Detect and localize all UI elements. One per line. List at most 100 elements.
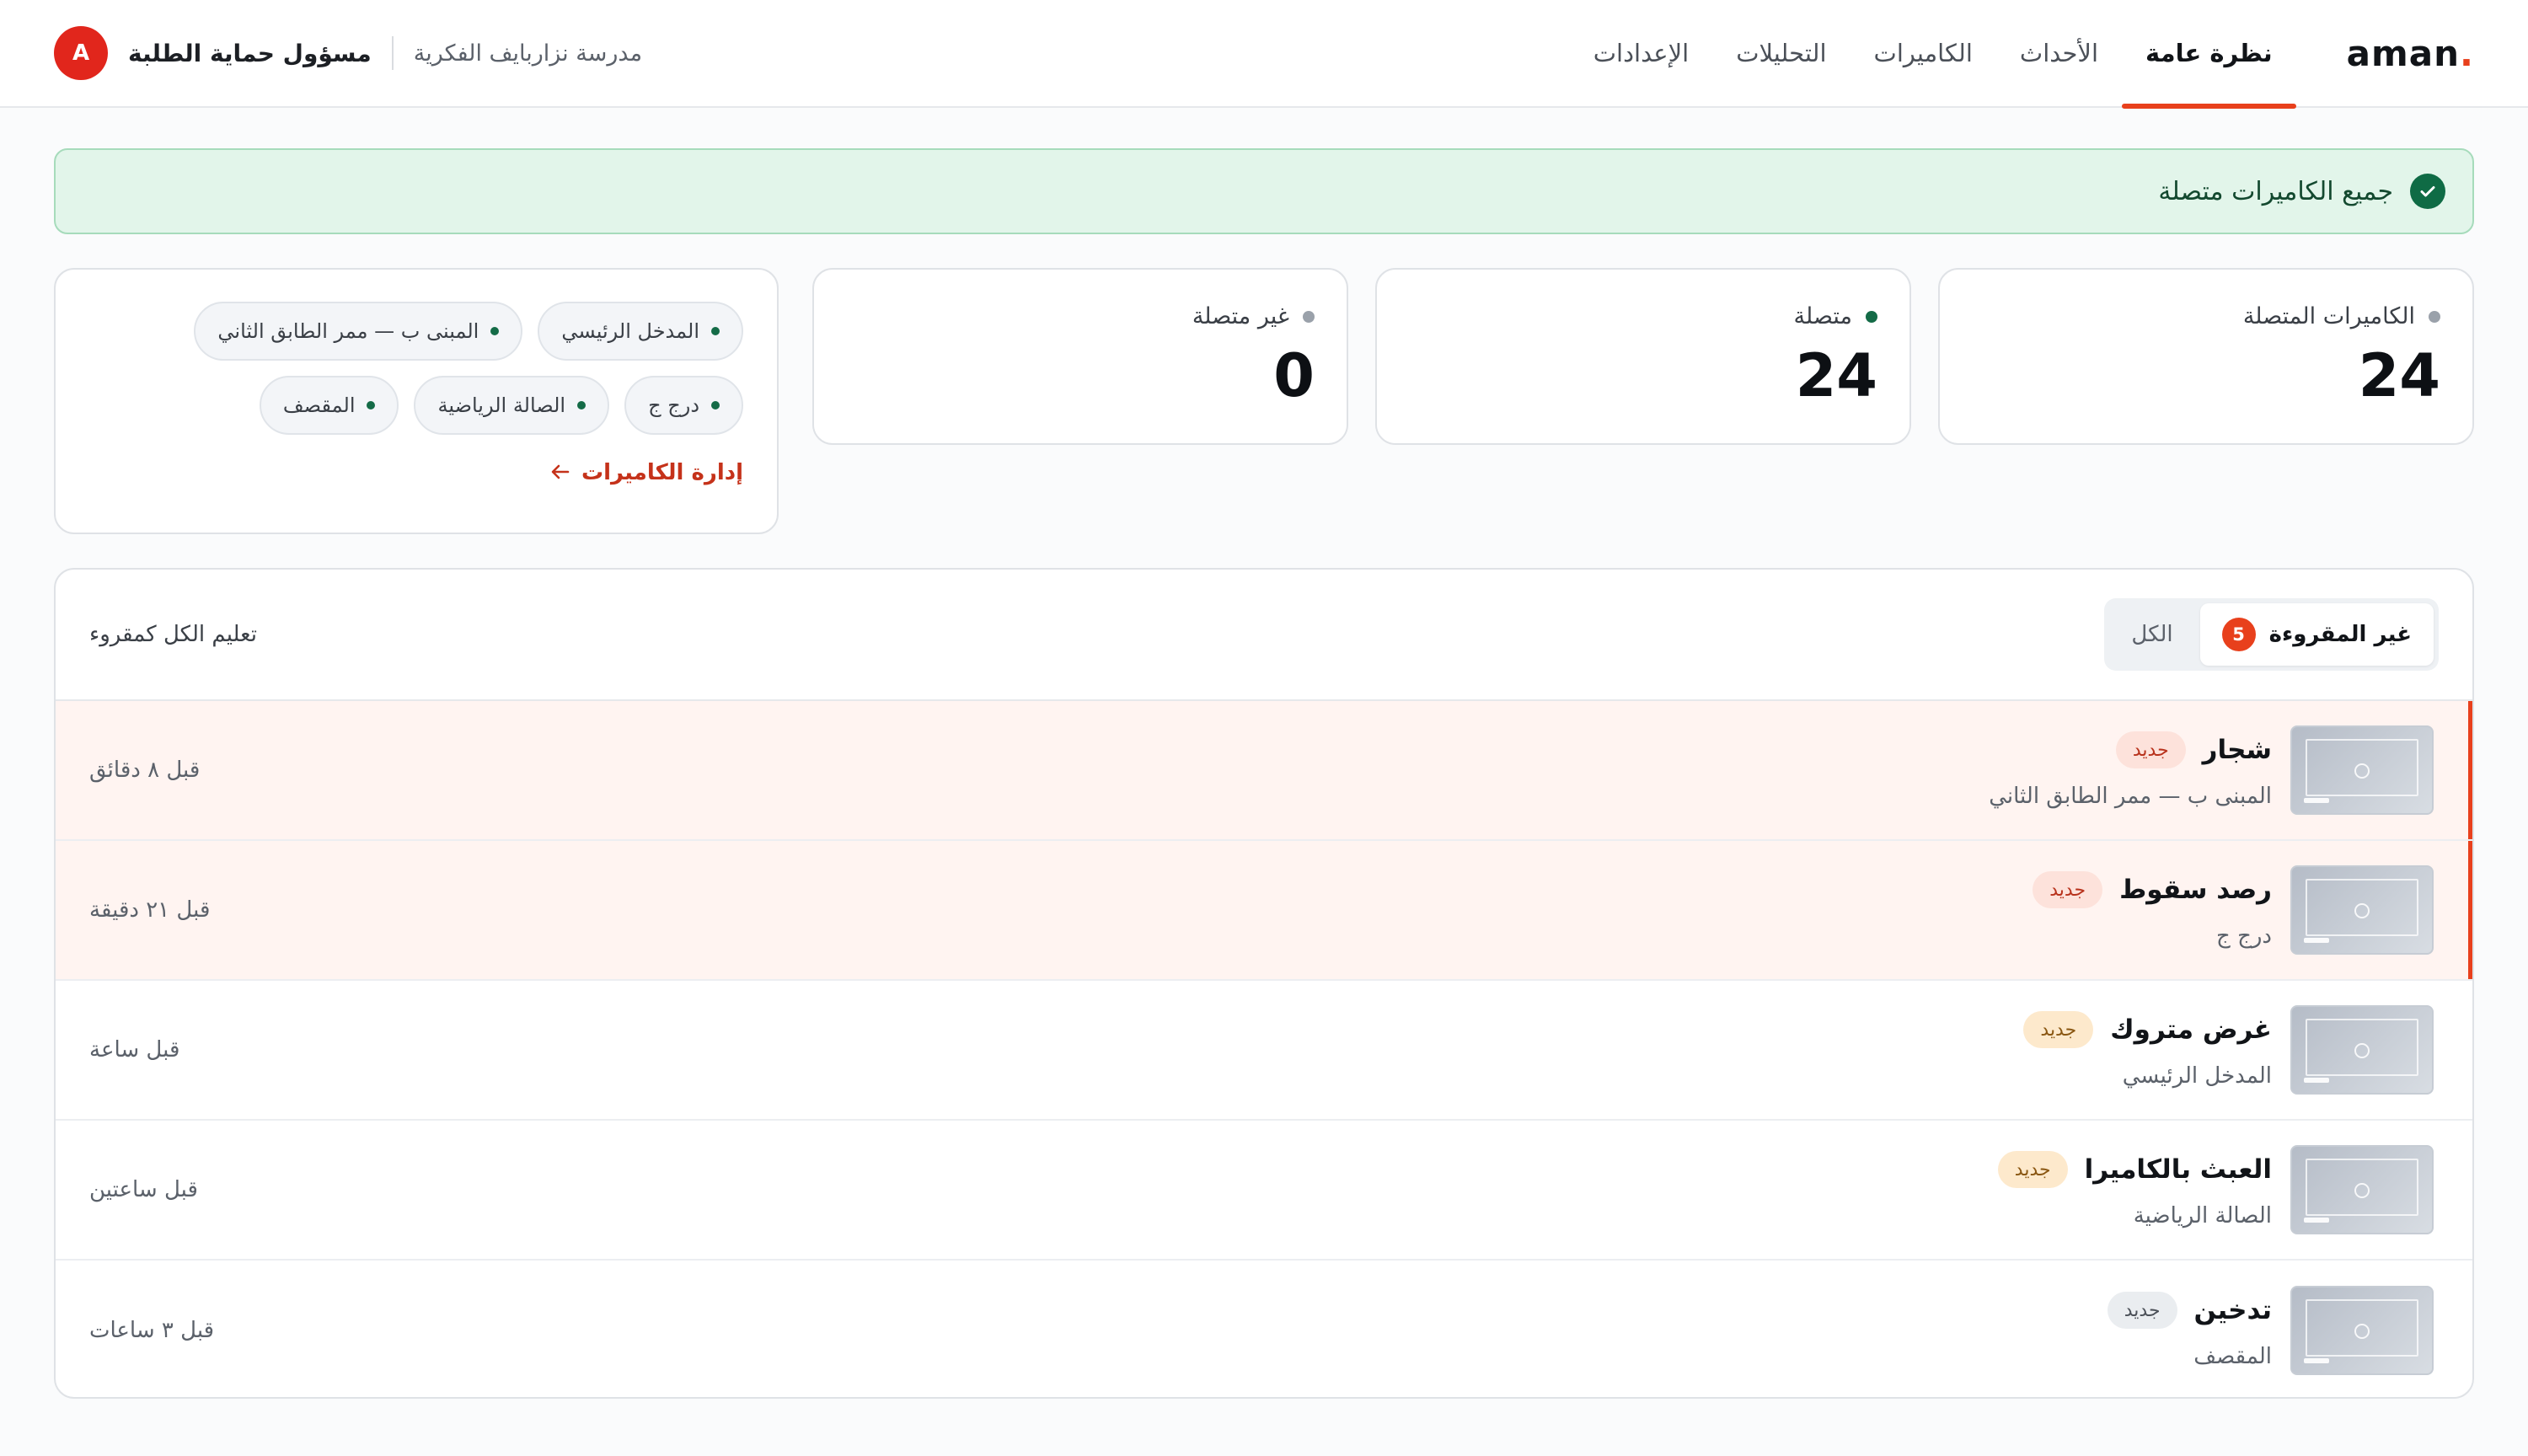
unread-count-badge: 5 [2221, 618, 2256, 651]
nav-overview[interactable]: نظرة عامة [2122, 0, 2296, 109]
chip-dot [577, 401, 586, 410]
manage-cameras-label: إدارة الكاميرات [581, 460, 743, 485]
chip-dot [711, 327, 720, 335]
event-info: العبث بالكاميرا جديد الصالة الرياضية [1997, 1151, 2272, 1228]
camera-lens-icon [2354, 763, 2370, 779]
event-time: قبل ساعة [89, 1037, 180, 1063]
chip-label: درج ج [648, 393, 699, 417]
event-time: قبل ساعتين [89, 1177, 198, 1202]
event-location: درج ج [2216, 923, 2272, 949]
event-row[interactable]: شجار جديد المبنى ب — ممر الطابق الثاني ق… [56, 701, 2472, 841]
event-row[interactable]: رصد سقوط جديد درج ج قبل ٢١ دقيقة [56, 841, 2472, 981]
camera-lens-icon [2354, 1042, 2370, 1058]
brand-name: aman [2346, 32, 2461, 74]
camera-thumbnail [2290, 1286, 2434, 1375]
event-location: الصالة الرياضية [2133, 1203, 2272, 1228]
stat-label: متصلة [1409, 303, 1877, 329]
top-bar: aman. نظرة عامة الأحداث الكاميرات التحلي… [0, 0, 2528, 109]
thumb-bar [2304, 798, 2329, 803]
location-chip[interactable]: المبنى ب — ممر الطابق الثاني [194, 302, 523, 361]
event-title: غرض متروك [2110, 1014, 2272, 1045]
event-time: قبل ٢١ دقيقة [89, 897, 211, 923]
event-title: العبث بالكاميرا [2084, 1154, 2272, 1185]
camera-lens-icon [2354, 1182, 2370, 1198]
stat-card-online: متصلة 24 [1375, 268, 1911, 445]
stat-card-offline: غير متصلة 0 [812, 268, 1348, 445]
event-title-line: العبث بالكاميرا جديد [1997, 1151, 2272, 1188]
chip-dot [367, 401, 376, 410]
nav-analytics[interactable]: التحليلات [1712, 0, 1850, 107]
nav-cameras[interactable]: الكاميرات [1850, 0, 1996, 107]
stat-value: 24 [1795, 341, 1877, 410]
thumb-bar [2304, 1358, 2329, 1363]
event-title: رصد سقوط [2119, 875, 2272, 905]
event-location: المبنى ب — ممر الطابق الثاني [1989, 784, 2272, 809]
tab-unread[interactable]: غير المقروءة 5 [2199, 603, 2434, 666]
chip-dot [711, 401, 720, 410]
thumb-bar [2304, 938, 2329, 943]
banner-text: جميع الكاميرات متصلة [2158, 176, 2393, 206]
brand-logo[interactable]: aman. [2347, 33, 2474, 74]
event-title-line: رصد سقوط جديد [2033, 871, 2272, 908]
arrow-left-icon [551, 460, 570, 485]
location-chip[interactable]: الصالة الرياضية [414, 376, 610, 435]
camera-thumbnail [2290, 1005, 2434, 1095]
stat-label: الكاميرات المتصلة [1972, 303, 2440, 329]
main-nav: نظرة عامة الأحداث الكاميرات التحليلات ال… [1570, 0, 2296, 109]
new-tag: جديد [2033, 871, 2103, 908]
brand-dot: . [2460, 32, 2474, 74]
tab-unread-label: غير المقروءة [2268, 622, 2412, 647]
mark-all-read-button[interactable]: تعليم الكل كمقروء [89, 622, 257, 647]
event-info: تدخين جديد المقصف [2107, 1292, 2272, 1369]
manage-cameras-link[interactable]: إدارة الكاميرات [89, 460, 743, 485]
camera-locations-card: المدخل الرئيسي المبنى ب — ممر الطابق الث… [54, 268, 779, 534]
event-time: قبل ٨ دقائق [89, 757, 201, 783]
event-title-line: تدخين جديد [2107, 1292, 2272, 1329]
event-location: المقصف [2193, 1344, 2272, 1369]
chip-label: المدخل الرئيسي [561, 319, 699, 343]
status-dot [1866, 310, 1877, 323]
location-chip[interactable]: المقصف [259, 376, 399, 435]
event-row[interactable]: العبث بالكاميرا جديد الصالة الرياضية قبل… [56, 1121, 2472, 1261]
event-time: قبل ٣ ساعات [89, 1318, 215, 1343]
event-row[interactable]: غرض متروك جديد المدخل الرئيسي قبل ساعة [56, 981, 2472, 1121]
thumb-bar [2304, 1078, 2329, 1083]
stat-value: 24 [2358, 341, 2440, 410]
event-title: شجار [2202, 735, 2272, 765]
event-title-line: شجار جديد [1989, 731, 2272, 768]
nav-events[interactable]: الأحداث [1996, 0, 2122, 107]
camera-lens-icon [2354, 1323, 2370, 1339]
thumb-bar [2304, 1218, 2329, 1223]
stat-label-text: غير متصلة [1192, 303, 1289, 329]
tab-all[interactable]: الكل [2109, 603, 2194, 666]
location-chip[interactable]: المدخل الرئيسي [538, 302, 743, 361]
nav-settings[interactable]: الإعدادات [1570, 0, 1712, 107]
avatar[interactable]: A [54, 26, 108, 80]
events-header: غير المقروءة 5 الكل تعليم الكل كمقروء [56, 570, 2472, 701]
event-row[interactable]: تدخين جديد المقصف قبل ٣ ساعات [56, 1261, 2472, 1397]
divider [391, 36, 394, 70]
check-circle-icon [2410, 174, 2445, 209]
new-tag: جديد [2115, 731, 2186, 768]
events-panel: غير المقروءة 5 الكل تعليم الكل كمقروء شج… [54, 568, 2474, 1399]
location-chips: المدخل الرئيسي المبنى ب — ممر الطابق الث… [89, 302, 743, 435]
status-dot [1303, 310, 1315, 323]
stat-card-connected-cameras: الكاميرات المتصلة 24 [1938, 268, 2474, 445]
event-title: تدخين [2193, 1295, 2272, 1325]
camera-lens-icon [2354, 902, 2370, 918]
stat-value: 0 [1273, 341, 1315, 410]
event-info: رصد سقوط جديد درج ج [2033, 871, 2272, 949]
school-name: مدرسة نزاربايف الفكرية [413, 40, 643, 67]
chip-dot [490, 327, 500, 335]
new-tag: جديد [2023, 1011, 2094, 1048]
event-info: شجار جديد المبنى ب — ممر الطابق الثاني [1989, 731, 2272, 809]
camera-thumbnail [2290, 1145, 2434, 1234]
chip-label: الصالة الرياضية [437, 393, 566, 417]
stat-label-text: متصلة [1793, 303, 1852, 329]
status-banner: جميع الكاميرات متصلة [54, 148, 2474, 234]
location-chip[interactable]: درج ج [624, 376, 743, 435]
user-area: مدرسة نزاربايف الفكرية مسؤول حماية الطلب… [54, 26, 642, 80]
new-tag: جديد [2107, 1292, 2177, 1329]
stat-label-text: الكاميرات المتصلة [2242, 303, 2415, 329]
stat-label: غير متصلة [846, 303, 1315, 329]
